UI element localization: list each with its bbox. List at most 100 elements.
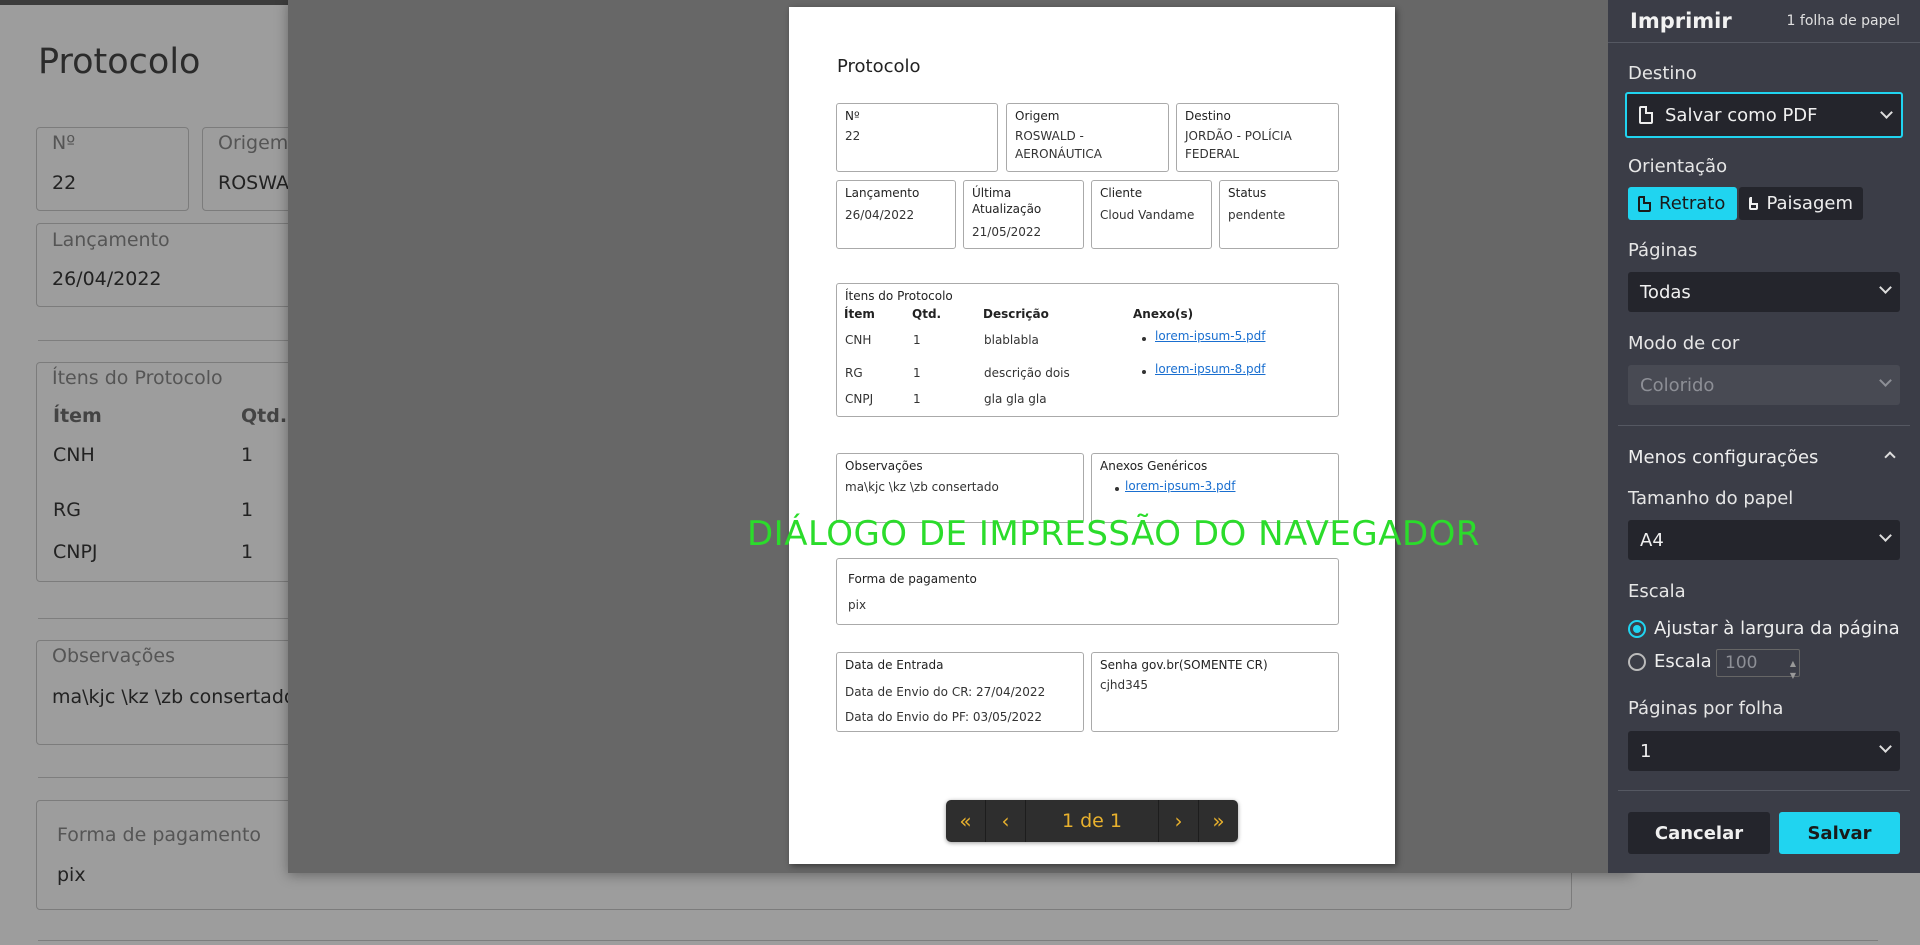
table-row-qtd: 1 <box>913 333 921 347</box>
chevron-up-icon <box>1884 451 1896 463</box>
senha-label: Senha gov.br(SOMENTE CR) <box>1100 658 1268 672</box>
escala-label: Escala <box>1628 581 1686 602</box>
document-icon <box>1639 106 1653 124</box>
escala-radio[interactable] <box>1628 652 1646 671</box>
destino-value-line2: FEDERAL <box>1185 147 1240 161</box>
anexo-generico-link[interactable]: lorem-ipsum-3.pdf <box>1125 479 1235 493</box>
table-row-qtd: 1 <box>241 444 254 466</box>
destino-label: Destino <box>1628 63 1697 84</box>
ppf-label: Páginas por folha <box>1628 698 1784 719</box>
table-row-desc: descrição dois <box>984 366 1070 380</box>
status-label: Status <box>1228 186 1267 200</box>
save-button[interactable]: Salvar <box>1779 812 1900 854</box>
escala-radio-row[interactable]: Escala <box>1628 651 1712 672</box>
paisagem-label: Paisagem <box>1766 193 1853 214</box>
cor-value: Colorido <box>1640 374 1715 396</box>
page-navigator: « ‹ 1 de 1 › » <box>946 800 1238 842</box>
cliente-label: Cliente <box>1100 186 1143 200</box>
portrait-icon <box>1638 195 1651 212</box>
print-dialog: Protocolo Nº 22 Origem ROSWALD - AERONÁU… <box>288 0 1920 873</box>
panel-header: Imprimir 1 folha de papel <box>1608 0 1920 43</box>
ppf-select[interactable]: 1 <box>1628 731 1900 771</box>
paisagem-option[interactable]: Paisagem <box>1739 187 1863 220</box>
observacoes-label: Observações <box>52 645 175 667</box>
ajustar-label: Ajustar à largura da página <box>1654 618 1900 639</box>
itens-card: Ítens do Protocolo <box>836 283 1339 417</box>
print-settings-panel: Imprimir 1 folha de papel Destino Salvar… <box>1608 0 1920 873</box>
lancamento-card: Lançamento 26/04/2022 <box>836 180 956 249</box>
status-value: pendente <box>1228 208 1286 222</box>
divider <box>38 340 298 341</box>
papel-select[interactable]: A4 <box>1628 520 1900 560</box>
envio-pf: Data do Envio do PF: 03/05/2022 <box>845 710 1043 724</box>
ajustar-radio[interactable] <box>1628 619 1646 638</box>
first-page-button[interactable]: « <box>946 800 986 842</box>
itens-label: Ítens do Protocolo <box>52 367 223 389</box>
table-row-item: RG <box>53 499 81 521</box>
numero-card: Nº 22 <box>836 103 998 172</box>
senha-card: Senha gov.br(SOMENTE CR) cjhd345 <box>1091 652 1339 732</box>
escala-value: 100 <box>1725 653 1758 673</box>
divider <box>38 940 1878 941</box>
col-item-header: Ítem <box>53 405 102 427</box>
observacoes-value: ma\kjc \kz \zb consertado <box>845 480 999 494</box>
ajustar-radio-row[interactable]: Ajustar à largura da página <box>1628 618 1900 639</box>
cor-select: Colorido <box>1628 365 1900 405</box>
lancamento-label: Lançamento <box>845 186 920 200</box>
preview-title: Protocolo <box>837 56 921 77</box>
table-row-qtd: 1 <box>913 392 921 406</box>
page-indicator: 1 de 1 <box>1061 810 1122 832</box>
observacoes-value: ma\kjc \kz \zb consertado <box>52 686 296 708</box>
orientacao-label: Orientação <box>1628 156 1728 177</box>
divider <box>1618 425 1910 426</box>
pagamento-value: pix <box>848 598 867 612</box>
escala-option-label: Escala <box>1654 651 1712 672</box>
numero-value: 22 <box>845 129 861 143</box>
cor-label: Modo de cor <box>1628 333 1740 354</box>
anexo-link[interactable]: lorem-ipsum-5.pdf <box>1155 329 1265 343</box>
prev-page-button[interactable]: ‹ <box>986 800 1026 842</box>
pagamento-label: Forma de pagamento <box>848 572 977 586</box>
destino-value-line1: JORDÃO - POLÍCIA <box>1185 129 1292 143</box>
paginas-select[interactable]: Todas <box>1628 272 1900 312</box>
origem-value-line2: AERONÁUTICA <box>1015 147 1102 161</box>
cliente-value: Cloud Vandame <box>1100 208 1195 222</box>
ppf-value: 1 <box>1640 740 1652 762</box>
origem-value: ROSWA <box>218 172 289 194</box>
data-entrada-label: Data de Entrada <box>845 658 944 672</box>
next-page-button[interactable]: › <box>1158 800 1198 842</box>
cancel-button[interactable]: Cancelar <box>1628 812 1770 854</box>
table-row-item: CNH <box>53 444 95 466</box>
chevron-down-icon <box>1879 281 1892 294</box>
col-anexo-header: Anexo(s) <box>1133 307 1194 321</box>
retrato-option[interactable]: Retrato <box>1628 187 1737 220</box>
retrato-label: Retrato <box>1659 193 1726 214</box>
ultima-value: 21/05/2022 <box>972 225 1042 239</box>
page-title: Protocolo <box>38 42 201 82</box>
destino-select[interactable]: Salvar como PDF <box>1625 92 1903 138</box>
divider <box>38 777 298 778</box>
anexos-label: Anexos Genéricos <box>1100 459 1208 473</box>
table-row-item: CNH <box>845 333 872 347</box>
panel-title: Imprimir <box>1630 9 1732 33</box>
spin-down-icon[interactable]: ▼ <box>1790 663 1796 689</box>
table-row-qtd: 1 <box>241 499 254 521</box>
pagamento-label: Forma de pagamento <box>57 824 262 846</box>
anexo-link[interactable]: lorem-ipsum-8.pdf <box>1155 362 1265 376</box>
table-row-qtd: 1 <box>913 366 921 380</box>
cliente-card: Cliente Cloud Vandame <box>1091 180 1212 249</box>
senha-value: cjhd345 <box>1100 678 1149 692</box>
table-row-item: RG <box>845 366 863 380</box>
menos-configuracoes-toggle[interactable]: Menos configurações <box>1628 447 1900 468</box>
lancamento-value: 26/04/2022 <box>52 268 162 290</box>
escala-input[interactable]: 100 ▲ ▼ <box>1716 649 1800 680</box>
origem-value-line1: ROSWALD - <box>1015 129 1084 143</box>
pagamento-card: Forma de pagamento pix <box>836 558 1339 625</box>
table-row-qtd: 1 <box>241 541 254 563</box>
last-page-button[interactable]: » <box>1198 800 1238 842</box>
origem-card: Origem ROSWALD - AERONÁUTICA <box>1006 103 1169 172</box>
status-card: Status pendente <box>1219 180 1339 249</box>
col-qtd-header: Qtd. <box>912 307 942 321</box>
numero-label: Nº <box>52 132 76 154</box>
table-row-desc: blablabla <box>984 333 1039 347</box>
